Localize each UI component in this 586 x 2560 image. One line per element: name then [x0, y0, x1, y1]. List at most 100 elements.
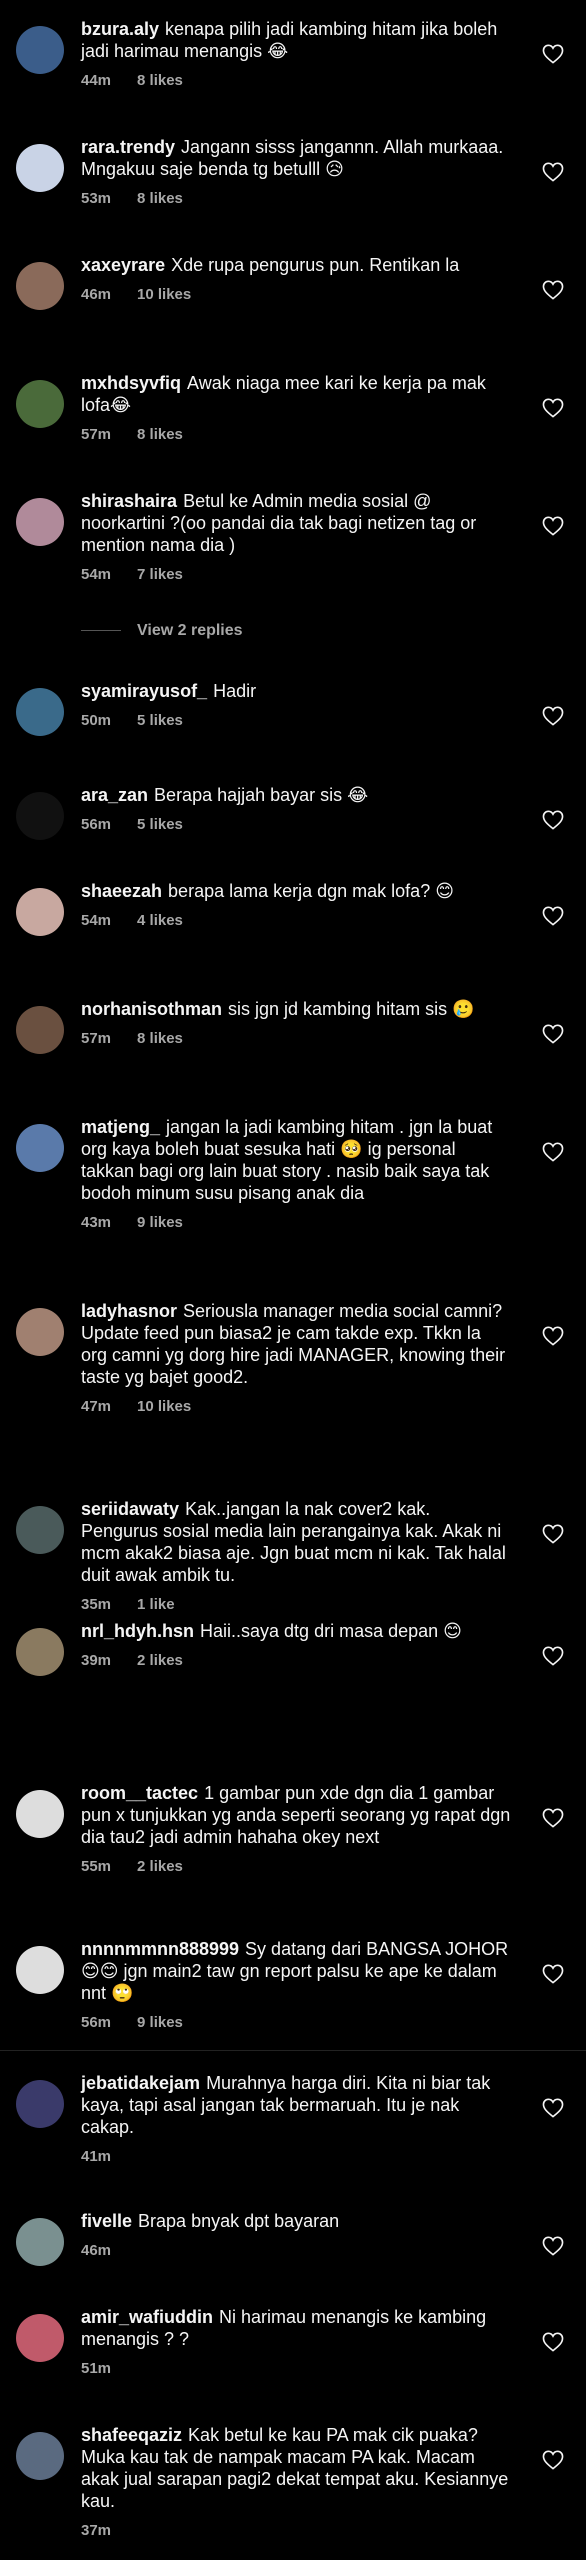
username-link[interactable]: shafeeqaziz — [81, 2425, 182, 2445]
comment-text-line: room__tactec 1 gambar pun xde dgn dia 1 g… — [81, 1782, 511, 1848]
avatar[interactable] — [16, 26, 64, 74]
username-link[interactable]: ladyhasnor — [81, 1301, 177, 1321]
username-link[interactable]: shaeezah — [81, 881, 162, 901]
likes-count[interactable]: 1 like — [137, 1596, 175, 1613]
comment-text-line: shaeezah berapa lama kerja dgn mak lofa? … — [81, 880, 511, 902]
likes-count[interactable]: 9 likes — [137, 1214, 183, 1231]
username-link[interactable]: bzura.aly — [81, 19, 159, 39]
username-link[interactable]: norhanisothman — [81, 999, 222, 1019]
avatar[interactable] — [16, 1506, 64, 1554]
comment-text: Hadir — [213, 681, 257, 701]
comment-time: 57m — [81, 426, 112, 443]
comment-text-line: amir_wafiuddin Ni harimau menangis ke kam… — [81, 2306, 511, 2350]
like-heart-icon[interactable] — [542, 1142, 564, 1162]
like-heart-icon[interactable] — [542, 1524, 564, 1544]
username-link[interactable]: nrl_hdyh.hsn — [81, 1621, 194, 1641]
view-replies-button[interactable]: View 2 replies — [81, 622, 243, 640]
comment-text: berapa lama kerja dgn mak lofa? 😊 — [168, 881, 454, 901]
like-heart-icon[interactable] — [542, 398, 564, 418]
likes-count[interactable]: 10 likes — [137, 286, 191, 303]
likes-count[interactable]: 8 likes — [137, 426, 183, 443]
username-link[interactable]: matjeng_ — [81, 1117, 160, 1137]
like-heart-icon[interactable] — [542, 2236, 564, 2256]
replies-line — [81, 630, 121, 632]
likes-count[interactable]: 4 likes — [137, 912, 183, 929]
like-heart-icon[interactable] — [542, 2098, 564, 2118]
like-heart-icon[interactable] — [542, 516, 564, 536]
like-heart-icon[interactable] — [542, 810, 564, 830]
comment-list: View 2 replies bzura.aly kenapa pilih jad… — [0, 0, 586, 2560]
username-link[interactable]: jebatidakejam — [81, 2073, 200, 2093]
comment-meta: 46m 10 likes — [81, 286, 511, 303]
username-link[interactable]: ara_zan — [81, 785, 148, 805]
avatar[interactable] — [16, 1946, 64, 1994]
username-link[interactable]: mxhdsyvfiq — [81, 373, 181, 393]
username-link[interactable]: shirashaira — [81, 491, 177, 511]
likes-count[interactable]: 5 likes — [137, 816, 183, 833]
avatar[interactable] — [16, 498, 64, 546]
likes-count[interactable]: 9 likes — [137, 2014, 183, 2031]
like-heart-icon[interactable] — [542, 1646, 564, 1666]
comment-meta: 57m 8 likes — [81, 426, 511, 443]
likes-count[interactable]: 2 likes — [137, 1858, 183, 1875]
like-heart-icon[interactable] — [542, 44, 564, 64]
comment-time: 44m — [81, 72, 112, 89]
username-link[interactable]: seriidawaty — [81, 1499, 179, 1519]
comment-body: seriidawaty Kak..jangan la nak cover2 kak… — [81, 1498, 511, 1613]
comment-meta: 51m — [81, 2360, 511, 2377]
avatar[interactable] — [16, 2314, 64, 2362]
username-link[interactable]: syamirayusof_ — [81, 681, 207, 701]
avatar[interactable] — [16, 380, 64, 428]
avatar[interactable] — [16, 792, 64, 840]
comment-time: 55m — [81, 1858, 112, 1875]
avatar[interactable] — [16, 2432, 64, 2480]
comment-text-line: syamirayusof_ Hadir — [81, 680, 511, 702]
avatar[interactable] — [16, 2218, 64, 2266]
avatar[interactable] — [16, 1124, 64, 1172]
like-heart-icon[interactable] — [542, 1964, 564, 1984]
likes-count[interactable]: 5 likes — [137, 712, 183, 729]
like-heart-icon[interactable] — [542, 162, 564, 182]
like-heart-icon[interactable] — [542, 1024, 564, 1044]
comment-text: Berapa hajjah bayar sis 😂 — [154, 785, 369, 805]
avatar[interactable] — [16, 262, 64, 310]
view-replies-label: View 2 replies — [137, 622, 243, 639]
likes-count[interactable]: 10 likes — [137, 1398, 191, 1415]
comment-meta: 37m — [81, 2522, 511, 2539]
like-heart-icon[interactable] — [542, 906, 564, 926]
avatar[interactable] — [16, 1790, 64, 1838]
avatar[interactable] — [16, 688, 64, 736]
comment-body: amir_wafiuddin Ni harimau menangis ke kam… — [81, 2306, 511, 2377]
likes-count[interactable]: 7 likes — [137, 566, 183, 583]
comment-text: Brapa bnyak dpt bayaran — [138, 2211, 340, 2231]
username-link[interactable]: room__tactec — [81, 1783, 198, 1803]
avatar[interactable] — [16, 1006, 64, 1054]
like-heart-icon[interactable] — [542, 706, 564, 726]
comment-text-line: bzura.aly kenapa pilih jadi kambing hitam… — [81, 18, 511, 62]
avatar[interactable] — [16, 1308, 64, 1356]
username-link[interactable]: rara.trendy — [81, 137, 175, 157]
username-link[interactable]: xaxeyrare — [81, 255, 165, 275]
like-heart-icon[interactable] — [542, 2332, 564, 2352]
avatar[interactable] — [16, 1628, 64, 1676]
username-link[interactable]: fivelle — [81, 2211, 132, 2231]
comment-body: room__tactec 1 gambar pun xde dgn dia 1 g… — [81, 1782, 511, 1875]
likes-count[interactable]: 8 likes — [137, 1030, 183, 1047]
comment-time: 41m — [81, 2148, 112, 2165]
like-heart-icon[interactable] — [542, 2450, 564, 2470]
like-heart-icon[interactable] — [542, 280, 564, 300]
likes-count[interactable]: 8 likes — [137, 190, 183, 207]
comment-text-line: fivelle Brapa bnyak dpt bayaran — [81, 2210, 511, 2232]
avatar[interactable] — [16, 2080, 64, 2128]
username-link[interactable]: amir_wafiuddin — [81, 2307, 213, 2327]
avatar[interactable] — [16, 144, 64, 192]
likes-count[interactable]: 8 likes — [137, 72, 183, 89]
like-heart-icon[interactable] — [542, 1808, 564, 1828]
comment-meta: 57m 8 likes — [81, 1030, 511, 1047]
username-link[interactable]: nnnnmmnn888999 — [81, 1939, 239, 1959]
avatar[interactable] — [16, 888, 64, 936]
likes-count[interactable]: 2 likes — [137, 1652, 183, 1669]
like-heart-icon[interactable] — [542, 1326, 564, 1346]
comment-meta: 35m 1 like — [81, 1596, 511, 1613]
comment-time: 46m — [81, 286, 112, 303]
